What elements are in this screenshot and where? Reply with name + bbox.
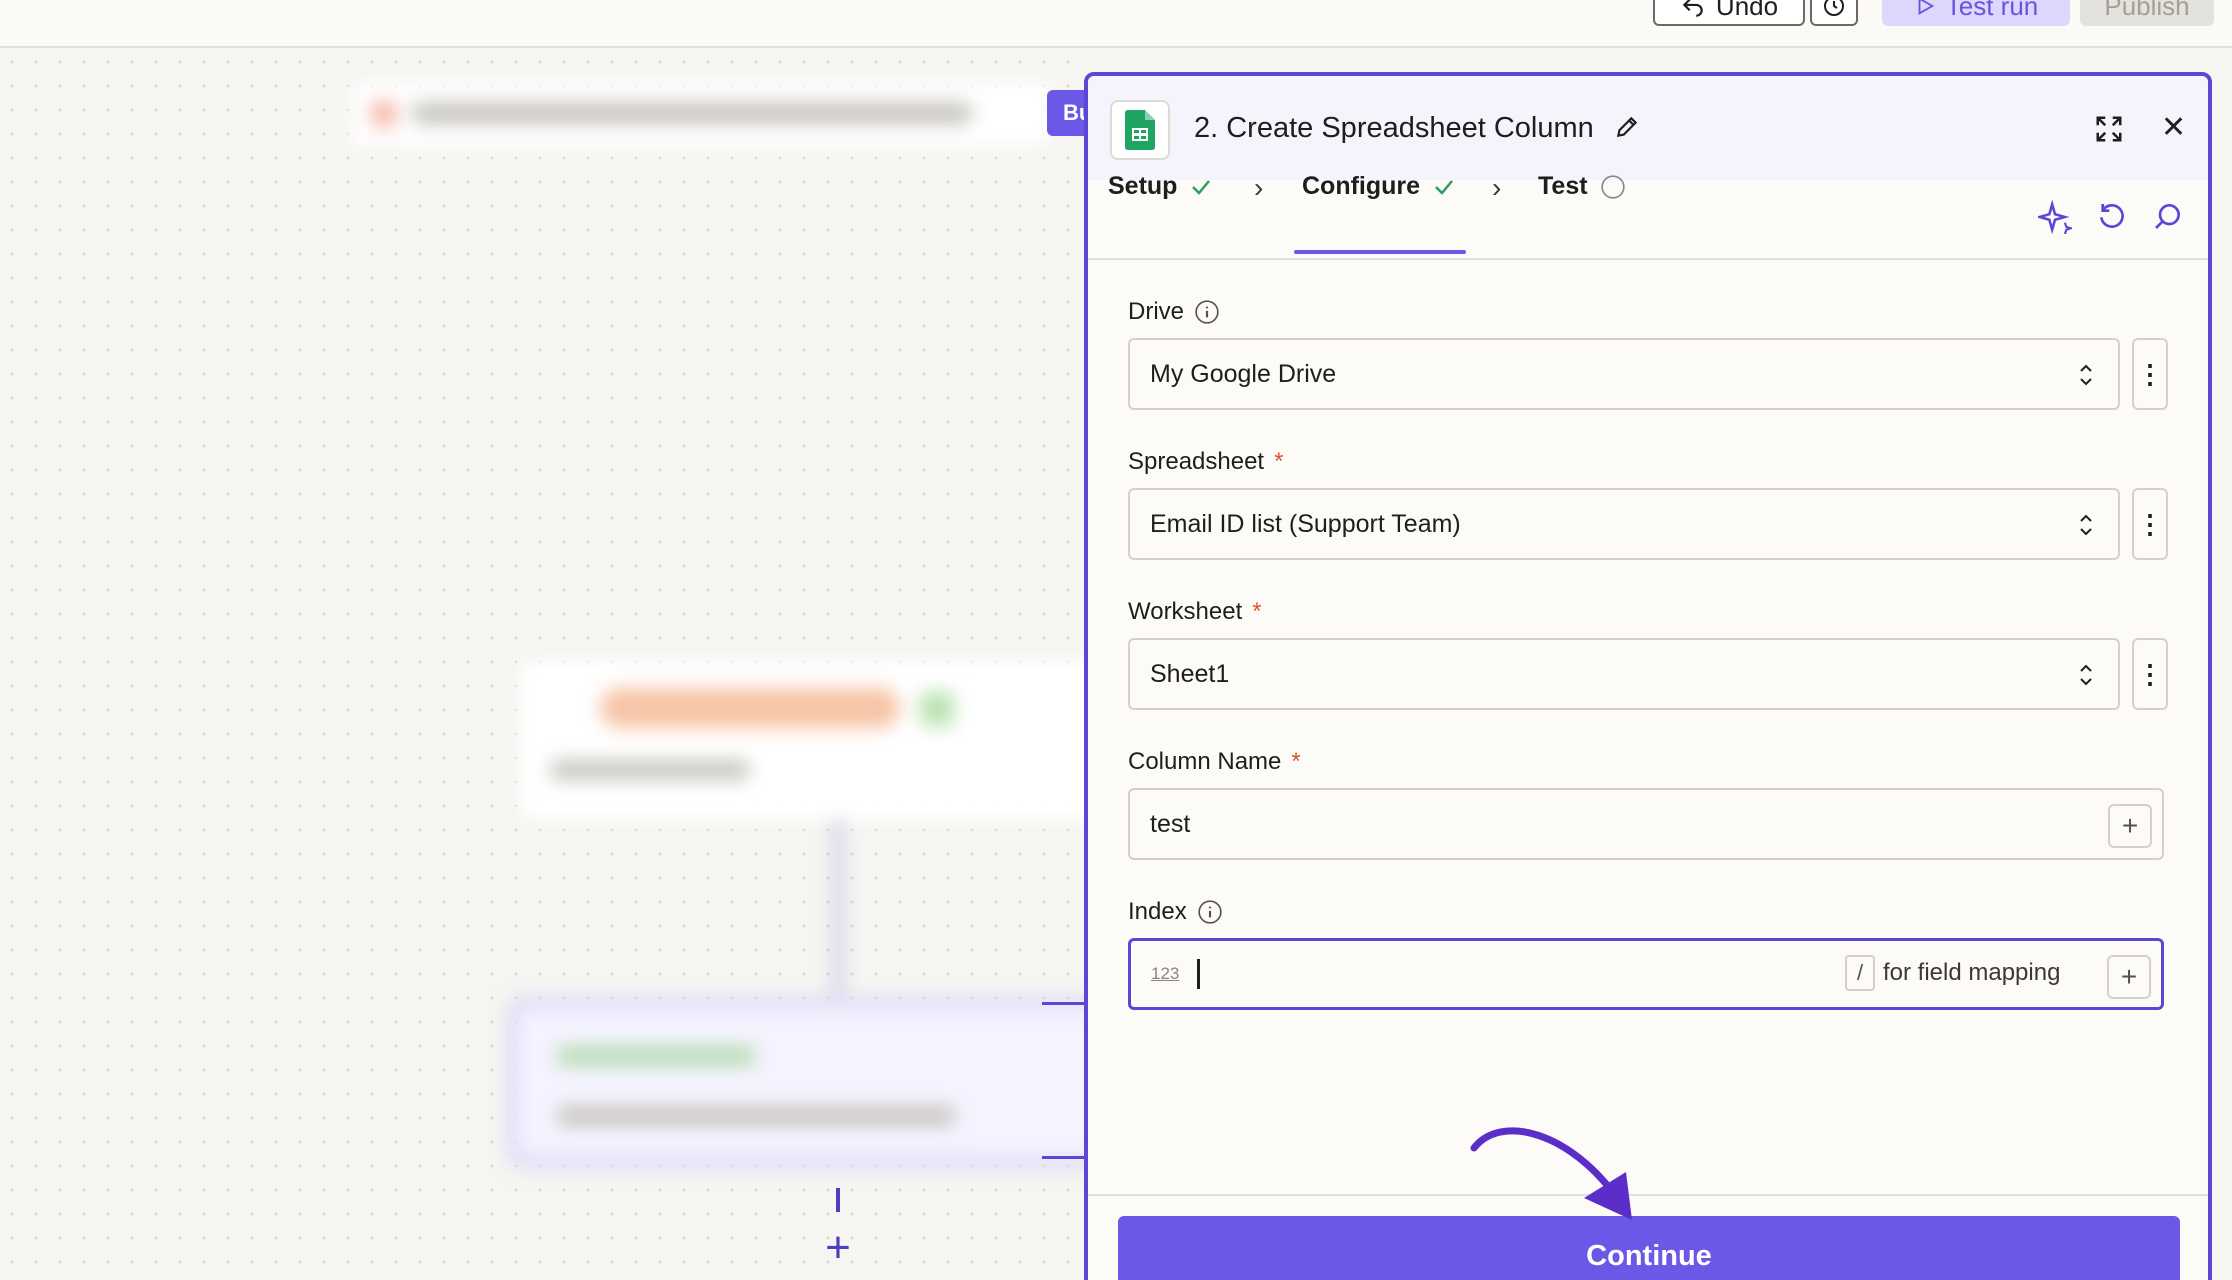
search-icon[interactable] (2152, 200, 2184, 232)
close-icon[interactable]: ✕ (2161, 110, 2186, 145)
connector-line (1042, 1002, 1090, 1005)
annotation-arrow (1470, 1127, 1632, 1220)
worksheet-select[interactable]: Sheet1 (1128, 638, 2120, 710)
worksheet-label: Worksheet * (1128, 598, 1262, 626)
spreadsheet-select[interactable]: Email ID list (Support Team) (1128, 488, 2120, 560)
test-run-button[interactable]: Test run (1882, 0, 2070, 26)
trigger-node[interactable] (520, 660, 1120, 820)
spreadsheet-label: Spreadsheet * (1128, 448, 1283, 476)
blurred-banner (352, 82, 1052, 146)
insert-data-plus-icon[interactable]: + (2108, 804, 2152, 848)
info-icon[interactable] (1197, 899, 1223, 925)
drive-label: Drive (1128, 298, 1220, 326)
history-icon (1824, 0, 1844, 16)
worksheet-value: Sheet1 (1150, 659, 1230, 688)
spreadsheet-value: Email ID list (Support Team) (1150, 509, 1461, 538)
chevron-right-icon: › (1254, 172, 1264, 203)
tab-setup[interactable]: Setup (1108, 172, 1213, 201)
index-label: Index (1128, 898, 1223, 926)
connector-line (836, 1188, 840, 1212)
panel-header: 2. Create Spreadsheet Column ✕ (1088, 76, 2208, 180)
history-button[interactable] (1810, 0, 1858, 26)
node-connector (835, 820, 841, 1000)
number-type-icon: 123 (1151, 964, 1180, 983)
tab-test[interactable]: Test (1538, 172, 1626, 201)
chevron-right-icon: › (1492, 172, 1502, 203)
undo-button[interactable]: Undo (1653, 0, 1805, 26)
info-icon[interactable] (1194, 299, 1220, 325)
side-tab[interactable]: Bu (1047, 90, 1092, 136)
expand-icon[interactable] (2094, 114, 2124, 144)
column-name-label-text: Column Name (1128, 748, 1282, 775)
required-marker: * (1252, 598, 1262, 625)
test-run-label: Test run (1945, 0, 2039, 21)
column-name-label: Column Name * (1128, 748, 1301, 776)
drive-label-text: Drive (1128, 298, 1185, 325)
connector-line (1042, 1156, 1090, 1159)
undo-icon (1682, 0, 1703, 17)
required-marker: * (1291, 748, 1301, 775)
add-step-button[interactable]: + (818, 1226, 858, 1270)
check-icon (1435, 179, 1454, 195)
worksheet-options-kebab-icon[interactable]: ⋮ (2132, 638, 2168, 710)
drive-value: My Google Drive (1150, 359, 1337, 388)
top-toolbar: Undo Test run Publish (0, 0, 2232, 48)
tab-configure-label: Configure (1302, 172, 1421, 200)
column-name-value: test (1150, 809, 1191, 838)
tab-setup-label: Setup (1108, 172, 1178, 200)
index-input[interactable]: 123 / for field mapping + (1128, 938, 2164, 1010)
tab-test-label: Test (1538, 172, 1588, 200)
panel-title: 2. Create Spreadsheet Column (1194, 112, 1594, 144)
tab-configure[interactable]: Configure (1302, 172, 1456, 201)
slash-key-hint: / (1845, 955, 1875, 991)
drive-options-kebab-icon[interactable]: ⋮ (2132, 338, 2168, 410)
index-label-text: Index (1128, 898, 1187, 925)
insert-data-plus-icon[interactable]: + (2107, 955, 2151, 999)
undo-label: Undo (1715, 0, 1779, 21)
action-node[interactable] (510, 1000, 1120, 1165)
pending-circle-icon (1600, 174, 1625, 199)
active-tab-indicator (1294, 250, 1466, 254)
check-icon (1192, 179, 1211, 195)
text-cursor (1197, 959, 1201, 989)
column-name-input[interactable]: test + (1128, 788, 2164, 860)
spreadsheet-options-kebab-icon[interactable]: ⋮ (2132, 488, 2168, 560)
google-sheets-icon (1110, 100, 1170, 160)
ai-sparkle-icon[interactable] (2038, 200, 2072, 234)
drive-select[interactable]: My Google Drive (1128, 338, 2120, 410)
publish-button[interactable]: Publish (2080, 0, 2214, 26)
required-marker: * (1274, 448, 1284, 475)
updown-icon (2080, 364, 2092, 386)
reset-icon[interactable] (2096, 200, 2128, 232)
spreadsheet-label-text: Spreadsheet (1128, 448, 1265, 475)
step-config-panel: 2. Create Spreadsheet Column ✕ Setup › C… (1084, 72, 2212, 1280)
updown-icon (2080, 514, 2092, 536)
worksheet-label-text: Worksheet (1128, 598, 1243, 625)
updown-icon (2080, 664, 2092, 686)
pencil-icon[interactable] (1614, 114, 1640, 140)
play-icon (1918, 0, 1934, 15)
field-mapping-hint: for field mapping (1883, 959, 2061, 986)
publish-label: Publish (2104, 0, 2190, 21)
